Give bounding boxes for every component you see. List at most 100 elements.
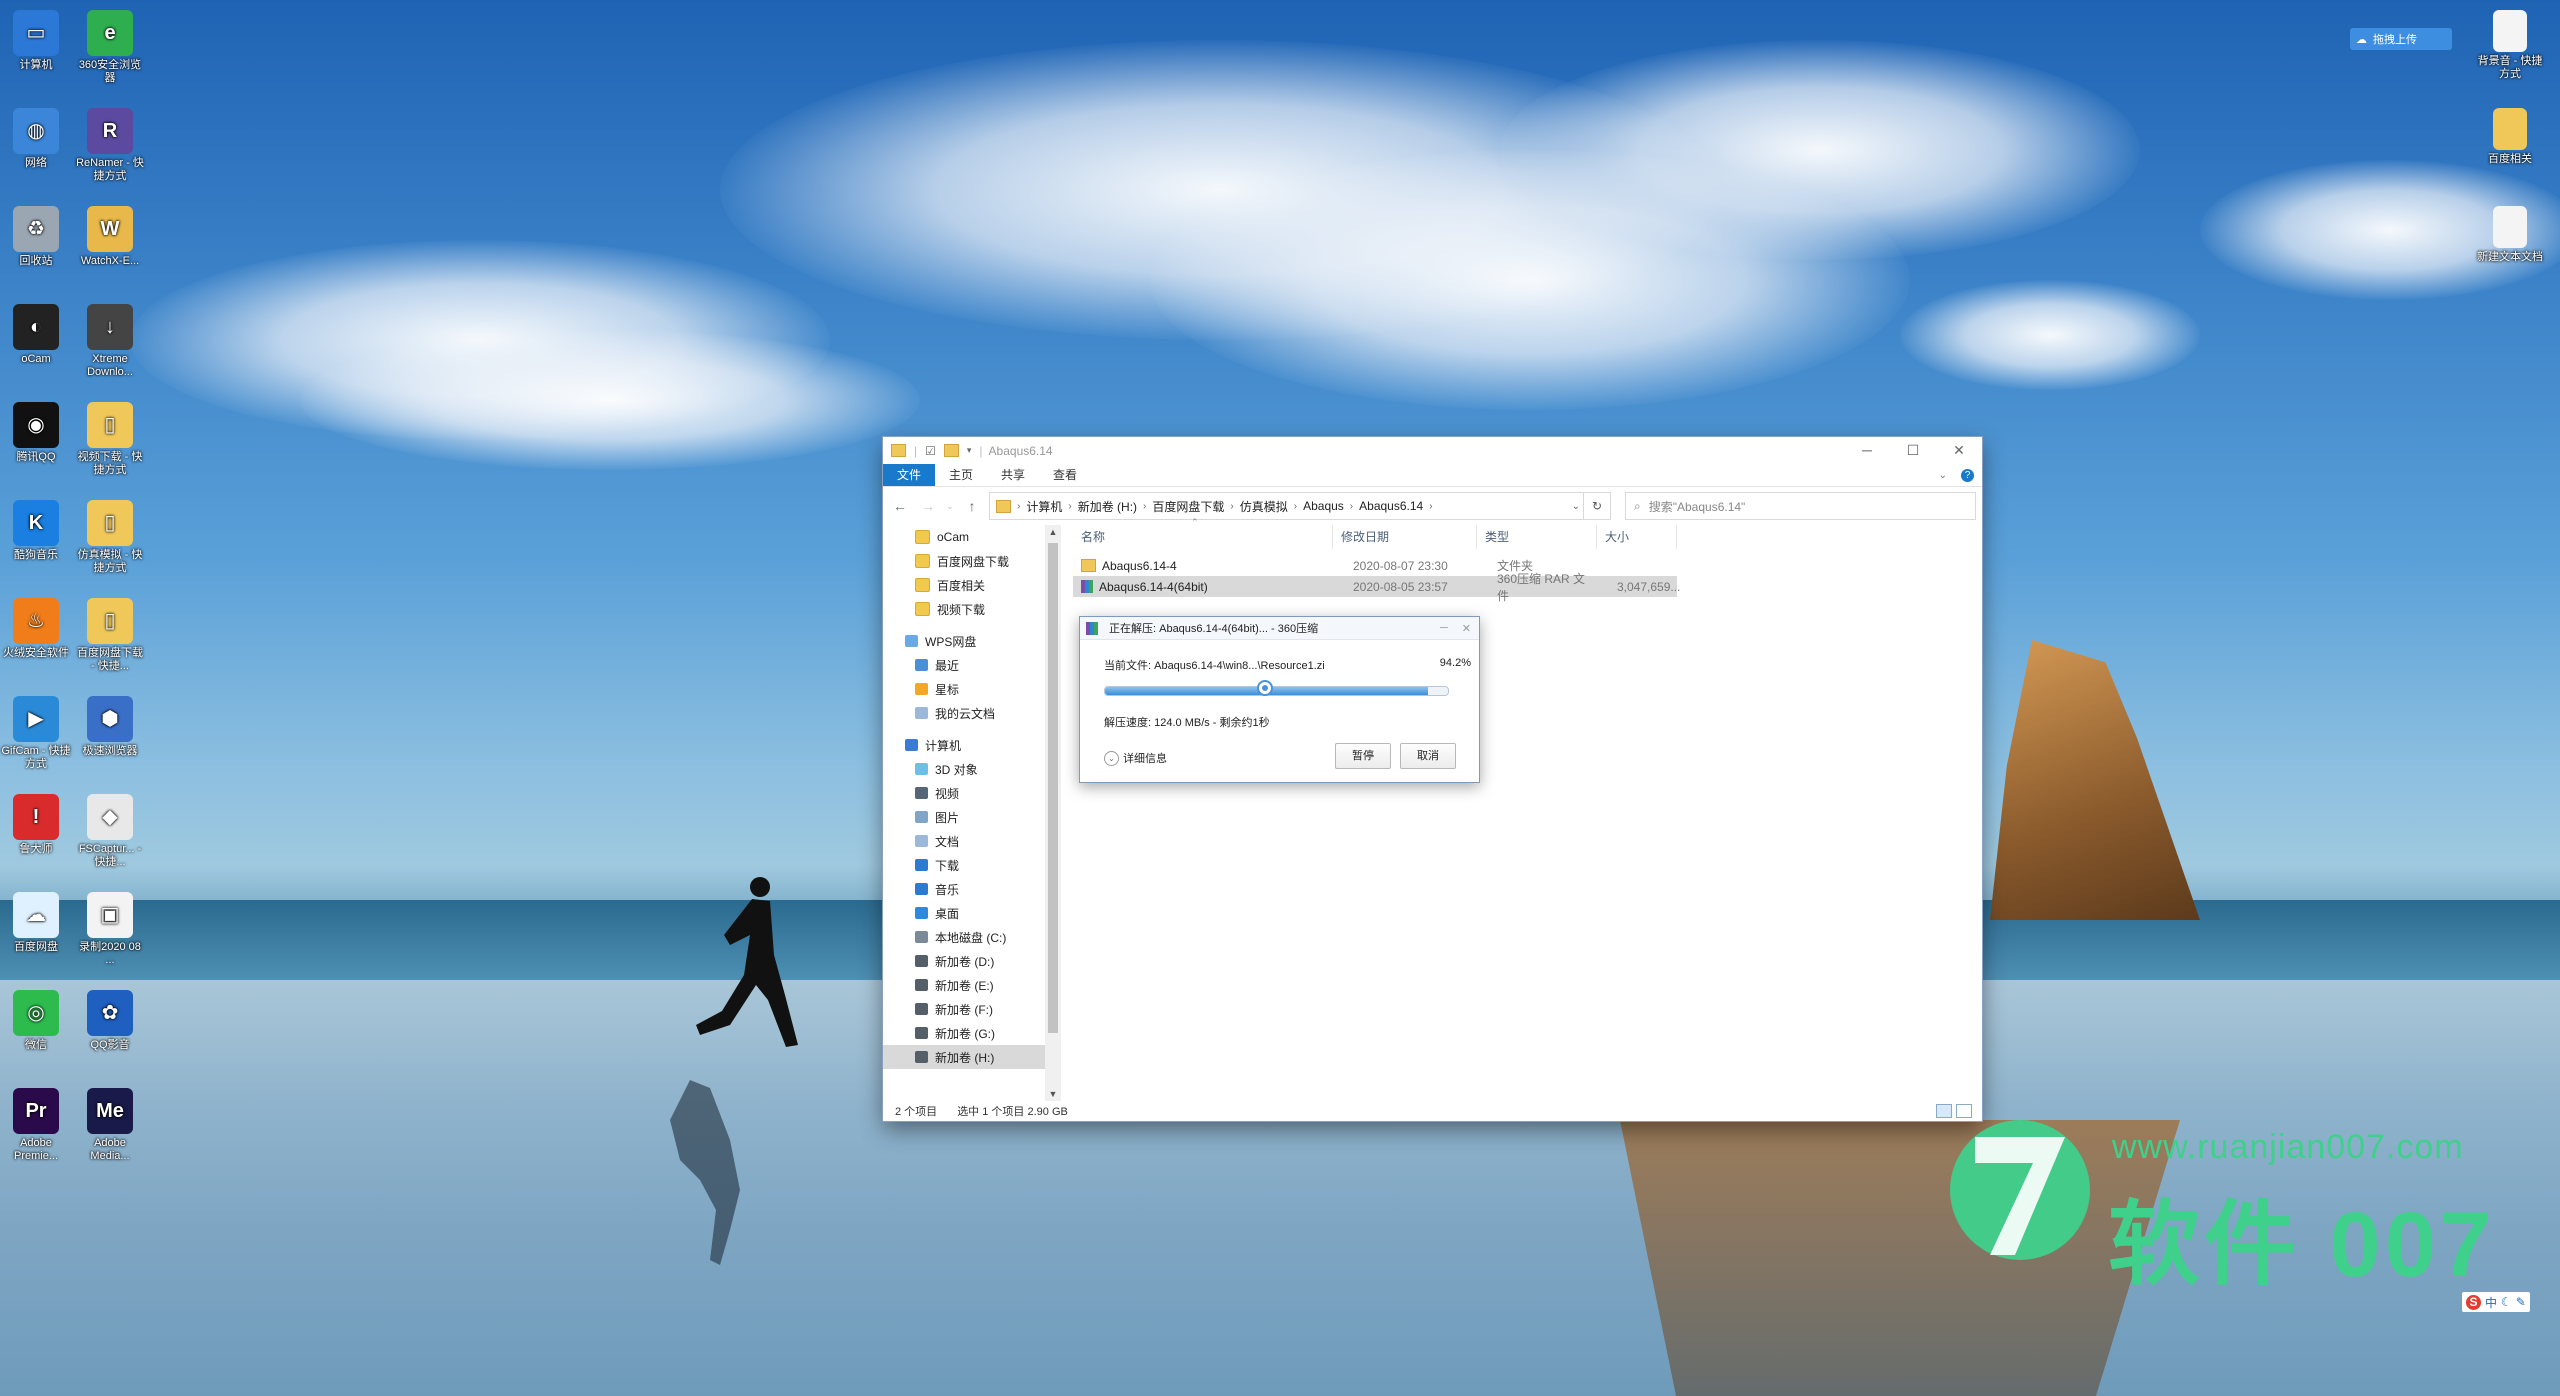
nav-item[interactable]: 音乐: [883, 877, 1061, 901]
desktop-icon[interactable]: 百度相关: [2474, 108, 2546, 166]
desktop-icon[interactable]: ▭ 计算机: [0, 10, 72, 72]
nav-item[interactable]: 下载: [883, 853, 1061, 877]
baidu-upload-widget[interactable]: ☁ 拖拽上传: [2350, 28, 2452, 50]
desktop-icon[interactable]: ◎ 微信: [0, 990, 72, 1052]
scrollbar-thumb[interactable]: [1048, 543, 1058, 1033]
nav-item[interactable]: 视频: [883, 781, 1061, 805]
nav-item[interactable]: 最近: [883, 653, 1061, 677]
expand-ribbon-icon[interactable]: ⌄: [1939, 470, 1947, 481]
desktop-icon[interactable]: ▯ 百度网盘下载 - 快捷...: [74, 598, 146, 673]
column-name[interactable]: 名称: [1073, 525, 1333, 549]
breadcrumb-item[interactable]: 计算机: [1020, 498, 1068, 515]
nav-item-label: 3D 对象: [935, 762, 978, 777]
minimize-button[interactable]: ─: [1844, 442, 1890, 459]
address-dropdown-icon[interactable]: ⌄: [1572, 501, 1580, 512]
breadcrumb-item[interactable]: 新加卷 (H:): [1072, 498, 1143, 515]
desktop-icon[interactable]: ↓ Xtreme Downlo...: [74, 304, 146, 379]
breadcrumb-item[interactable]: Abaqus: [1297, 499, 1350, 513]
desktop-icon[interactable]: ▶ GifCam - 快捷方式: [0, 696, 72, 771]
nav-item[interactable]: 我的云文档: [883, 701, 1061, 725]
desktop-icon[interactable]: ▯ 仿真模拟 - 快捷方式: [74, 500, 146, 575]
tab-home[interactable]: 主页: [935, 464, 987, 486]
scroll-up-icon[interactable]: ▲: [1045, 527, 1061, 537]
desktop-icon[interactable]: Me Adobe Media...: [74, 1088, 146, 1163]
nav-item[interactable]: 文档: [883, 829, 1061, 853]
back-button[interactable]: ←: [889, 498, 911, 514]
app-icon: ▯: [87, 598, 133, 644]
details-toggle[interactable]: ⌄ 详细信息: [1104, 750, 1167, 766]
dialog-title: 正在解压: Abaqus6.14-4(64bit)... - 360压缩: [1109, 623, 1319, 635]
nav-item[interactable]: 百度网盘下载: [883, 549, 1061, 573]
ime-toolbar[interactable]: S 中 ☾ ✎: [2462, 1292, 2530, 1312]
desktop-icon[interactable]: ▯ 视频下载 - 快捷方式: [74, 402, 146, 477]
drive-icon: [915, 979, 928, 991]
address-bar[interactable]: › 计算机 › 新加卷 (H:) › 百度网盘下载 › 仿真模拟 › Abaqu…: [989, 492, 1611, 520]
maximize-button[interactable]: ☐: [1890, 442, 1936, 459]
nav-item[interactable]: WPS网盘: [883, 629, 1061, 653]
recent-chevron-icon[interactable]: ⌄: [945, 501, 955, 512]
column-date[interactable]: 修改日期: [1333, 525, 1477, 549]
nav-item[interactable]: 本地磁盘 (C:): [883, 925, 1061, 949]
minimize-button[interactable]: ─: [1440, 622, 1448, 635]
desktop-icon[interactable]: ♻ 回收站: [0, 206, 72, 268]
tab-view[interactable]: 查看: [1039, 464, 1091, 486]
desktop-icon[interactable]: ◐ oCam: [0, 304, 72, 366]
desktop-icon[interactable]: ✿ QQ影音: [74, 990, 146, 1052]
breadcrumb-item[interactable]: 仿真模拟: [1234, 498, 1294, 515]
nav-item[interactable]: 新加卷 (F:): [883, 997, 1061, 1021]
help-icon[interactable]: ?: [1961, 468, 1974, 482]
desktop-icon[interactable]: R ReNamer - 快捷方式: [74, 108, 146, 183]
nav-item[interactable]: 图片: [883, 805, 1061, 829]
nav-item[interactable]: 桌面: [883, 901, 1061, 925]
nav-item[interactable]: 百度相关: [883, 573, 1061, 597]
desktop-icon[interactable]: ◍ 网络: [0, 108, 72, 170]
nav-item[interactable]: 计算机: [883, 733, 1061, 757]
nav-item[interactable]: 新加卷 (E:): [883, 973, 1061, 997]
nav-item[interactable]: 视频下载: [883, 597, 1061, 621]
breadcrumb-item[interactable]: Abaqus6.14: [1353, 499, 1429, 513]
desktop-icon[interactable]: e 360安全浏览器: [74, 10, 146, 85]
properties-icon[interactable]: ☑: [925, 444, 936, 458]
nav-item[interactable]: oCam: [883, 525, 1061, 549]
up-button[interactable]: ↑: [961, 498, 983, 514]
file-row-selected[interactable]: Abaqus6.14-4(64bit) 2020-08-05 23:57 360…: [1073, 572, 1680, 603]
chevron-down-icon[interactable]: ▾: [967, 445, 972, 456]
scroll-down-icon[interactable]: ▼: [1045, 1089, 1061, 1099]
breadcrumb-item[interactable]: 百度网盘下载: [1146, 498, 1230, 515]
column-size[interactable]: 大小: [1597, 525, 1677, 549]
desktop-icon[interactable]: ♨ 火绒安全软件: [0, 598, 72, 660]
desktop-icon[interactable]: ! 鲁大师: [0, 794, 72, 856]
cancel-button[interactable]: 取消: [1400, 743, 1456, 769]
search-input[interactable]: ⌕ 搜索"Abaqus6.14": [1625, 492, 1976, 520]
progress-bar: [1104, 686, 1449, 696]
refresh-button[interactable]: ↻: [1583, 493, 1610, 519]
desktop-icon[interactable]: K 酷狗音乐: [0, 500, 72, 562]
desktop-icon[interactable]: ▣ 录制2020 08 ...: [74, 892, 146, 967]
desktop-icon[interactable]: W WatchX-E...: [74, 206, 146, 268]
nav-item-label: 新加卷 (F:): [935, 1002, 993, 1017]
close-button[interactable]: ✕: [1936, 442, 1982, 459]
sogou-ime-icon: S: [2466, 1294, 2481, 1310]
app-icon: e: [87, 10, 133, 56]
desktop-icon[interactable]: ◆ FSCaptur... - 快捷...: [74, 794, 146, 869]
pause-button[interactable]: 暂停: [1335, 743, 1391, 769]
forward-button[interactable]: →: [917, 498, 939, 514]
desktop-icon[interactable]: ⬢ 极速浏览器: [74, 696, 146, 758]
nav-item[interactable]: 新加卷 (G:): [883, 1021, 1061, 1045]
app-icon: ◐: [13, 304, 59, 350]
nav-scrollbar[interactable]: ▲ ▼: [1045, 525, 1061, 1101]
new-folder-icon[interactable]: [943, 444, 959, 457]
nav-item[interactable]: 新加卷 (H:): [883, 1045, 1061, 1069]
tab-share[interactable]: 共享: [987, 464, 1039, 486]
nav-item[interactable]: 新加卷 (D:): [883, 949, 1061, 973]
desktop-icon[interactable]: 新建文本文档: [2474, 206, 2546, 264]
nav-item[interactable]: 星标: [883, 677, 1061, 701]
desktop-icon[interactable]: ◉ 腾讯QQ: [0, 402, 72, 464]
close-button[interactable]: ✕: [1462, 622, 1471, 635]
nav-item[interactable]: 3D 对象: [883, 757, 1061, 781]
desktop-icon[interactable]: ☁ 百度网盘: [0, 892, 72, 954]
desktop-icon[interactable]: Pr Adobe Premie...: [0, 1088, 72, 1163]
desktop-icon[interactable]: 背景音 - 快捷方式: [2474, 10, 2546, 81]
column-type[interactable]: 类型: [1477, 525, 1597, 549]
tab-file[interactable]: 文件: [883, 464, 936, 486]
